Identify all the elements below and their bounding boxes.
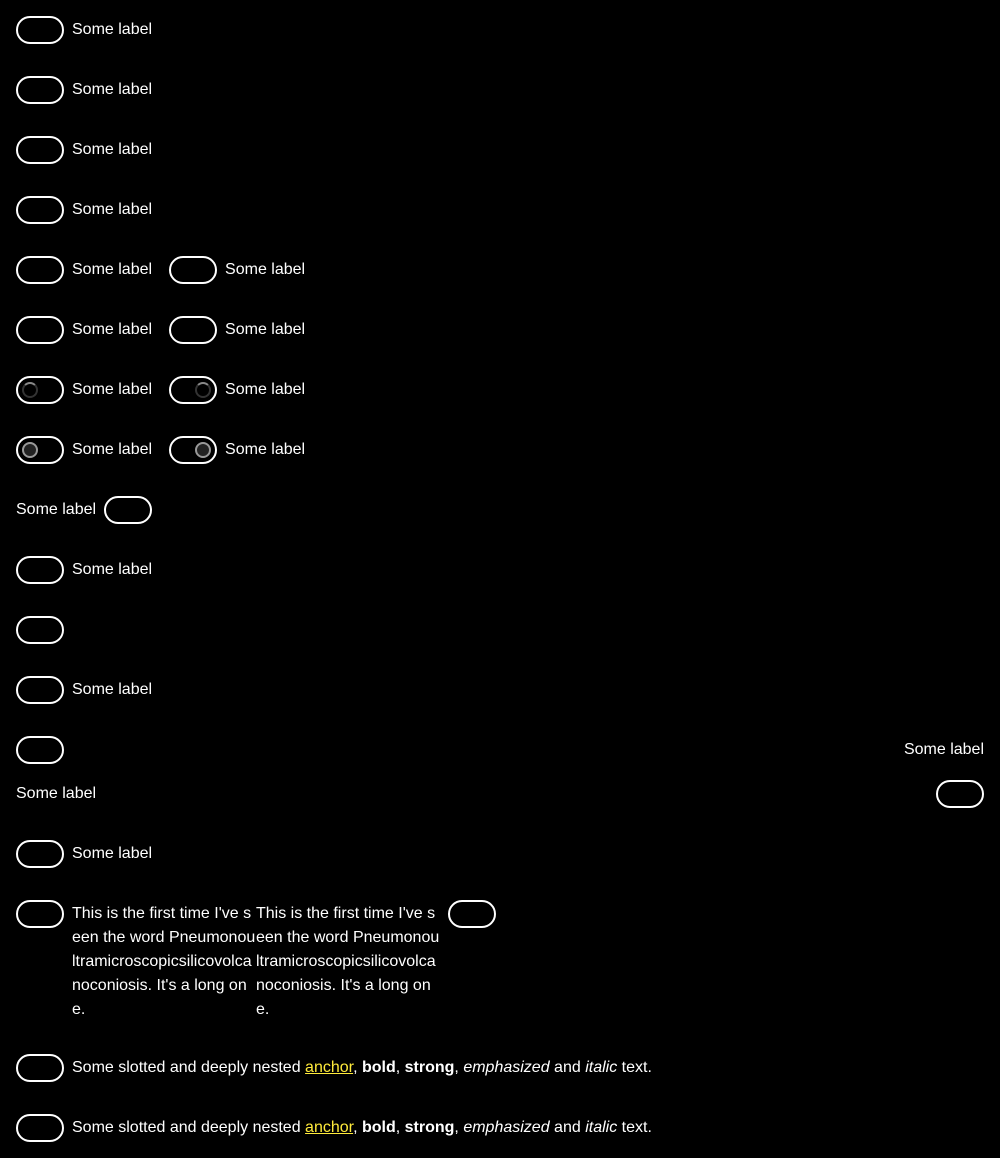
switch-label[interactable]: Some label	[16, 498, 96, 522]
switch-label[interactable]: Some label	[72, 318, 152, 342]
toggle-switch[interactable]	[16, 316, 64, 344]
toggle-switch[interactable]	[104, 496, 153, 524]
toggle-switch[interactable]	[16, 16, 64, 44]
switch-label[interactable]: Some label	[904, 738, 984, 762]
nested-anchor-link[interactable]: anchor	[305, 1119, 353, 1136]
rich-suffix: text.	[617, 1119, 652, 1136]
switch-label[interactable]: Some label	[72, 18, 152, 42]
switch-row-knob: Some label Some label	[16, 436, 322, 464]
switch-label[interactable]: Some label	[16, 782, 96, 806]
switch-label[interactable]: Some label	[72, 558, 152, 582]
rich-separator: ,	[454, 1059, 464, 1076]
toggle-switch[interactable]	[16, 136, 64, 164]
switch-label[interactable]: Some label	[225, 378, 305, 402]
toggle-switch[interactable]	[16, 676, 64, 704]
switch-row-label-before: Some label	[16, 496, 153, 524]
rich-emphasized: emphasized	[463, 1059, 550, 1076]
rich-strong: strong	[404, 1059, 455, 1076]
rich-emphasized: emphasized	[463, 1119, 550, 1136]
toggle-switch[interactable]	[448, 900, 496, 928]
rich-bold: bold	[361, 1059, 396, 1076]
switch-row-loading: Some label Some label	[16, 376, 322, 404]
rich-italic: italic	[585, 1119, 618, 1136]
switch-long-label[interactable]: This is the first time I've seen the wor…	[256, 902, 440, 1022]
rich-prefix: Some slotted and deeply nested	[72, 1119, 306, 1136]
switch-row-4: Some label	[16, 196, 169, 224]
switch-row-5: Some label Some label	[16, 256, 322, 284]
switch-knob	[195, 442, 212, 458]
toggle-switch[interactable]	[16, 616, 64, 644]
switch-row-rich-1: Some slotted and deeply nested anchor, b…	[16, 1054, 652, 1082]
rich-strong: strong	[404, 1119, 455, 1136]
switch-row-2: Some label	[16, 76, 169, 104]
switch-row-6: Some label Some label	[16, 316, 322, 344]
switch-knob	[22, 442, 38, 458]
rich-separator: ,	[353, 1119, 362, 1136]
rich-separator: ,	[395, 1059, 405, 1076]
toggle-switch[interactable]	[16, 76, 64, 104]
toggle-switch[interactable]	[16, 556, 64, 584]
switch-row-long-label: This is the first time I've seen the wor…	[16, 900, 496, 1022]
toggle-switch[interactable]	[16, 900, 64, 928]
switch-label[interactable]: Some label	[72, 378, 152, 402]
toggle-switch[interactable]	[16, 196, 64, 224]
rich-separator: ,	[454, 1119, 464, 1136]
switch-row-10: Some label	[16, 556, 169, 584]
rich-separator: ,	[395, 1119, 405, 1136]
switch-long-label[interactable]: This is the first time I've seen the wor…	[72, 902, 256, 1022]
switch-label[interactable]: Some label	[72, 842, 152, 866]
switch-row-3: Some label	[16, 136, 169, 164]
switch-label[interactable]: Some label	[72, 258, 152, 282]
toggle-switch[interactable]	[16, 1114, 64, 1142]
nested-anchor-link[interactable]: anchor	[305, 1059, 353, 1076]
spinner-icon	[22, 382, 38, 398]
switch-row-12: Some label	[16, 676, 169, 704]
rich-bold: bold	[361, 1119, 396, 1136]
switch-row-stretch: Some label	[16, 736, 984, 764]
switch-label[interactable]: Some label	[72, 438, 152, 462]
rich-and: and	[549, 1119, 586, 1136]
switch-label[interactable]: Some label	[72, 198, 152, 222]
toggle-switch[interactable]	[16, 256, 64, 284]
switch-label[interactable]: Some label	[72, 138, 152, 162]
toggle-switch[interactable]	[169, 316, 218, 344]
rich-suffix: text.	[617, 1059, 652, 1076]
toggle-switch[interactable]	[16, 1054, 64, 1082]
toggle-switch[interactable]	[16, 736, 64, 764]
switch-row-rich-2: Some slotted and deeply nested anchor, b…	[16, 1114, 652, 1142]
switch-label[interactable]: Some label	[225, 438, 305, 462]
spinner-icon	[195, 382, 212, 398]
switch-row-1: Some label	[16, 16, 169, 44]
switch-label[interactable]: Some label	[72, 678, 152, 702]
switch-label[interactable]: Some label	[225, 258, 305, 282]
switch-label[interactable]: Some label	[225, 318, 305, 342]
toggle-switch-loading-off[interactable]	[16, 376, 64, 404]
switch-rich-label[interactable]: Some slotted and deeply nested anchor, b…	[72, 1056, 652, 1080]
toggle-switch[interactable]	[169, 256, 218, 284]
switch-row-15: Some label	[16, 840, 169, 868]
switch-row-stretch-reverse: Some label	[16, 780, 984, 808]
rich-separator: ,	[353, 1059, 362, 1076]
toggle-switch[interactable]	[16, 840, 64, 868]
switch-label[interactable]: Some label	[72, 78, 152, 102]
toggle-switch-off[interactable]	[16, 436, 64, 464]
rich-italic: italic	[585, 1059, 618, 1076]
toggle-switch[interactable]	[936, 780, 984, 808]
rich-and: and	[549, 1059, 586, 1076]
toggle-switch-loading-on[interactable]	[169, 376, 218, 404]
switch-rich-label[interactable]: Some slotted and deeply nested anchor, b…	[72, 1116, 652, 1140]
toggle-switch-on[interactable]	[169, 436, 218, 464]
rich-prefix: Some slotted and deeply nested	[72, 1059, 306, 1076]
switch-row-no-label	[16, 616, 64, 644]
